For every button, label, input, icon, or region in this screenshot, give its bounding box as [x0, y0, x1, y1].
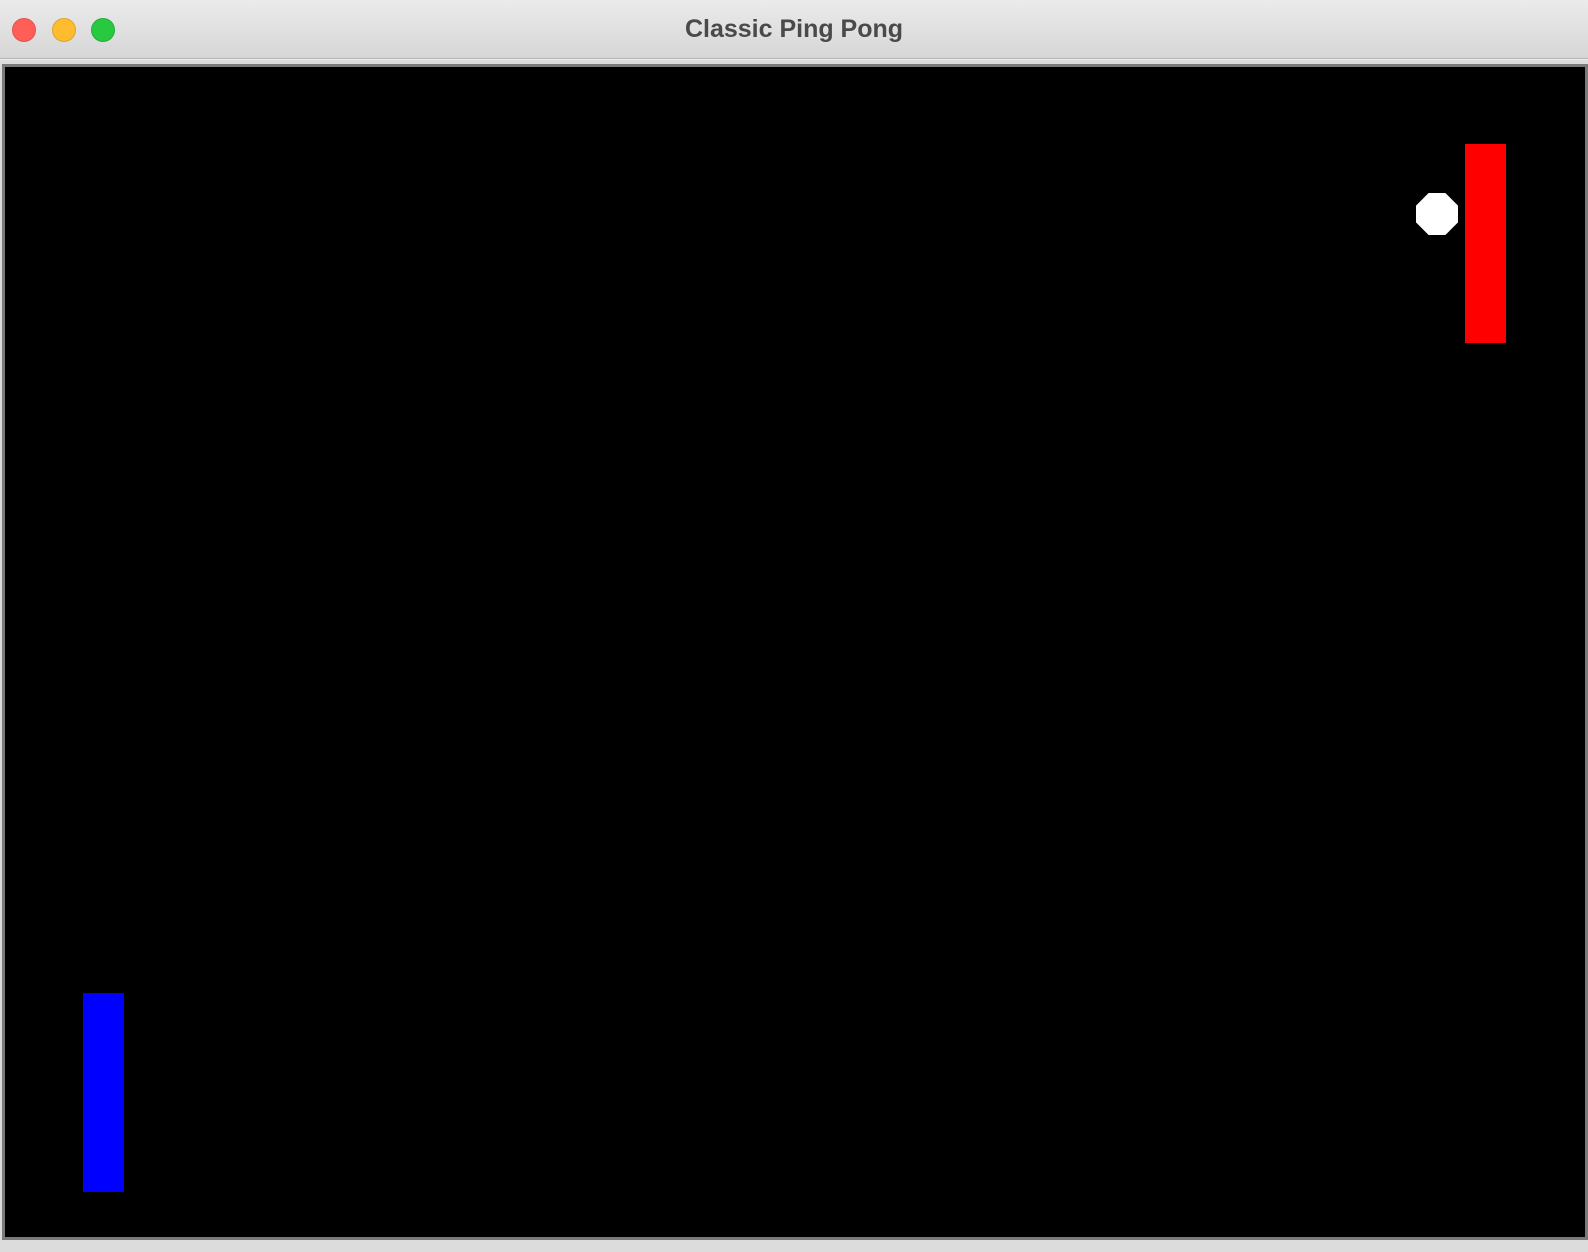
right-paddle [1465, 144, 1506, 343]
app-window: Classic Ping Pong [0, 0, 1588, 1252]
window-title: Classic Ping Pong [684, 15, 904, 43]
title-bar[interactable]: Classic Ping Pong [0, 0, 1588, 59]
left-paddle [83, 993, 124, 1192]
ball [1416, 193, 1458, 235]
game-court[interactable] [8, 69, 1566, 1230]
